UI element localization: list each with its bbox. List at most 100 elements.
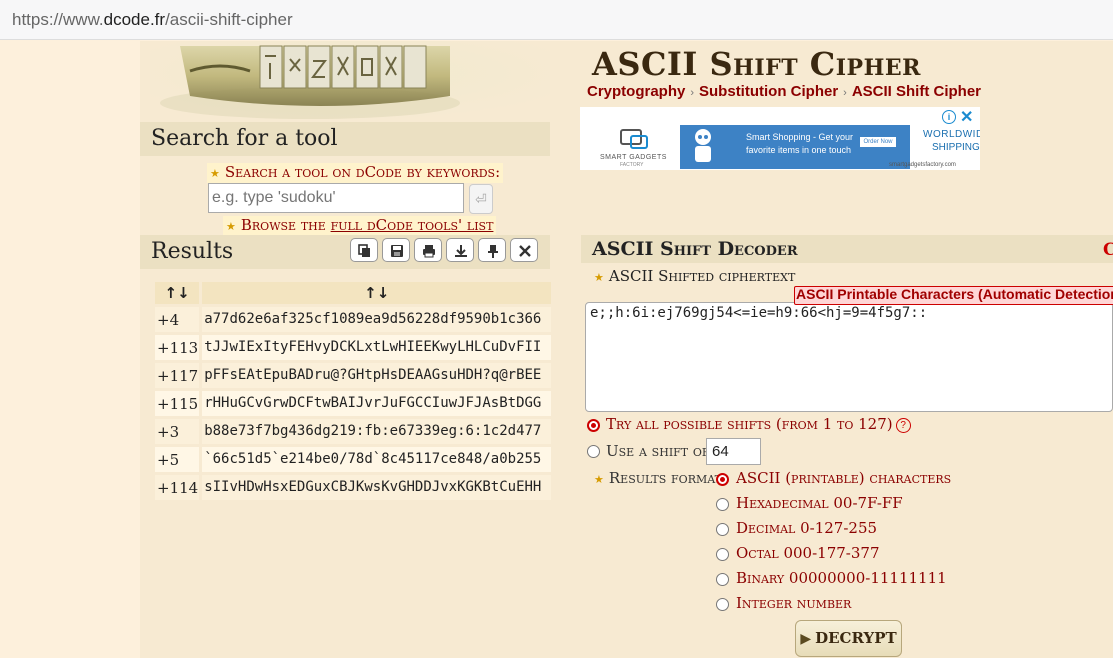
play-icon: ▶ (800, 631, 812, 647)
result-text-cell: sIIvHDwHsxEDGuxCBJKwsKvGHDDJvxKGKBtCuEHH (202, 475, 552, 500)
search-label: ★ Search a tool on dCode by keywords: (207, 163, 504, 183)
breadcrumb-separator: › (843, 87, 847, 99)
ad-brand-name: SMART GADGETS (600, 154, 667, 161)
browser-address-bar[interactable]: https://www.dcode.fr/ascii-shift-cipher (0, 0, 1113, 40)
ad-domain: smartgadgetsfactory.com (889, 162, 956, 168)
ad-banner-line2: favorite items in one touch (746, 145, 852, 155)
radio-format-ascii[interactable] (716, 473, 729, 486)
radio-try-all-shifts[interactable] (587, 419, 600, 432)
result-text-cell: `66c51d5`e214be0/78d`8c45117ce848/a0b255 (202, 447, 552, 472)
search-go-button[interactable]: ⏎ (469, 184, 493, 214)
breadcrumb-separator: › (690, 87, 695, 99)
return-icon: ⏎ (475, 192, 487, 208)
url-domain: dcode.fr (103, 10, 166, 29)
pin-icon (488, 245, 498, 258)
radio-format-hex[interactable] (716, 498, 729, 511)
close-icon (519, 245, 531, 257)
advertisement[interactable]: SMART GADGETS FACTORY Smart Shopping - G… (580, 107, 980, 170)
copy-button[interactable] (350, 238, 378, 262)
detection-badge: ASCII Printable Characters (Automatic De… (794, 286, 1113, 305)
ciphertext-input[interactable]: e;;h:6i:ej769gj54<=ie=h9:66<hj=9=4f5g7:: (585, 302, 1113, 412)
decoder-edge-glyph: C (1103, 240, 1113, 260)
table-row: +115 rHHuGCvGrwDCFtwBAIJvrJuFGCCIuwJFJAsB… (155, 391, 552, 416)
radio-format-octal[interactable] (716, 548, 729, 561)
star-icon: ★ (594, 271, 604, 284)
ad-banner-line1: Smart Shopping - Get your (746, 132, 854, 142)
table-row: +114 sIIvHDwHsxEDGuxCBJKwsKvGHDDJvxKGKBtC… (155, 475, 552, 500)
cryptex-logo-image (150, 41, 550, 121)
table-row: +117 pFFsEAtEpuBADru@?GHtpHsDEAAGsuHDH?q@… (155, 363, 552, 388)
download-button[interactable] (446, 238, 474, 262)
breadcrumb-ascii-shift-cipher[interactable]: ASCII Shift Cipher (852, 83, 981, 100)
close-results-button[interactable] (510, 238, 538, 262)
ciphertext-label: ★ ASCII Shifted ciphertext (594, 267, 796, 285)
shift-cell: +115 (155, 391, 200, 416)
result-text-cell: b88e73f7bg436dg219:fb:e67339eg:6:1c2d477 (202, 419, 552, 444)
pin-button[interactable] (478, 238, 506, 262)
radio-format-decimal[interactable] (716, 523, 729, 536)
ad-brand-sub: FACTORY (620, 162, 644, 168)
shift-cell: +114 (155, 475, 200, 500)
save-icon (391, 245, 403, 257)
breadcrumb-substitution-cipher[interactable]: Substitution Cipher (699, 83, 838, 100)
use-shift-label[interactable]: Use a shift of (606, 442, 710, 460)
format-decimal-label[interactable]: Decimal 0-127-255 (736, 519, 877, 537)
format-ascii-label[interactable]: ASCII (printable) characters (736, 469, 951, 487)
ad-tagline-shipping: SHIPPING (932, 142, 980, 153)
table-row: +5 `66c51d5`e214be0/78d`8c45117ce848/a0b2… (155, 447, 552, 472)
star-icon: ★ (226, 220, 236, 233)
format-hex-label[interactable]: Hexadecimal 00-7F-FF (736, 494, 903, 512)
decoder-title: ASCII Shift Decoder (581, 235, 1113, 263)
help-icon[interactable]: ? (895, 417, 911, 433)
shift-value-input[interactable] (706, 438, 761, 465)
search-panel-title: Search for a tool (140, 122, 550, 156)
gadget-icon (620, 129, 648, 149)
results-format-label: ★ Results format (594, 469, 722, 487)
url-path: /ascii-shift-cipher (165, 10, 293, 29)
results-table: ↑↓ ↑↓ +4 a77d62e6af325cf1089ea9d56228df95… (152, 279, 554, 503)
search-input[interactable] (208, 183, 464, 213)
page-margin (0, 41, 140, 658)
format-octal-label[interactable]: Octal 000-177-377 (736, 544, 880, 562)
full-tools-list-link[interactable]: full dCode tools' list (331, 216, 494, 234)
table-row: +113 tJJwIExItyFEHvyDCKLxtLwHIEEKwyLHLCuD… (155, 335, 552, 360)
copy-icon (358, 244, 370, 257)
ad-tagline-worldwide: WORLDWIDE (923, 129, 980, 140)
result-text-cell: pFFsEAtEpuBADru@?GHtpHsDEAAGsuHDH?q@rBEE (202, 363, 552, 388)
format-integer-label[interactable]: Integer number (736, 594, 851, 612)
shift-cell: +117 (155, 363, 200, 388)
radio-format-binary[interactable] (716, 573, 729, 586)
url-prefix: https://www. (12, 10, 104, 29)
star-icon: ★ (594, 473, 604, 486)
try-all-shifts-label[interactable]: Try all possible shifts (from 1 to 127)? (606, 415, 911, 433)
print-button[interactable] (414, 238, 442, 262)
radio-use-shift[interactable] (587, 445, 600, 458)
ad-order-button[interactable]: Order Now (860, 137, 896, 147)
result-text-cell: tJJwIExItyFEHvyDCKLxtLwHIEEKwyLHLCuDvFII (202, 335, 552, 360)
decrypt-button[interactable]: ▶ DECRYPT (795, 620, 902, 657)
sort-text-header[interactable]: ↑↓ (202, 282, 552, 304)
breadcrumb: Cryptography › Substitution Cipher › ASCII S… (587, 83, 981, 100)
robot-icon (695, 129, 711, 162)
star-icon: ★ (210, 167, 220, 180)
browse-tools-link[interactable]: ★ Browse the full dCode tools' list (223, 216, 497, 236)
result-text-cell: rHHuGCvGrwDCFtwBAIJvrJuFGCCIuwJFJAsBtDGG (202, 391, 552, 416)
close-icon[interactable]: ✕ (960, 107, 973, 127)
result-text-cell: a77d62e6af325cf1089ea9d56228df9590b1c366 (202, 307, 552, 332)
shift-cell: +5 (155, 447, 200, 472)
shift-cell: +4 (155, 307, 200, 332)
save-button[interactable] (382, 238, 410, 262)
ad-banner: Smart Shopping - Get your favorite items… (680, 125, 910, 169)
table-row: +3 b88e73f7bg436dg219:fb:e67339eg:6:1c2d4… (155, 419, 552, 444)
sort-shift-header[interactable]: ↑↓ (155, 282, 200, 304)
table-row: +4 a77d62e6af325cf1089ea9d56228df9590b1c3… (155, 307, 552, 332)
shift-cell: +113 (155, 335, 200, 360)
format-binary-label[interactable]: Binary 00000000-11111111 (736, 569, 947, 587)
breadcrumb-cryptography[interactable]: Cryptography (587, 83, 685, 100)
page-title: ASCII Shift Cipher (592, 45, 921, 83)
print-icon (423, 245, 435, 258)
download-icon (455, 245, 467, 257)
radio-format-integer[interactable] (716, 598, 729, 611)
shift-cell: +3 (155, 419, 200, 444)
info-icon[interactable]: i (942, 110, 956, 124)
